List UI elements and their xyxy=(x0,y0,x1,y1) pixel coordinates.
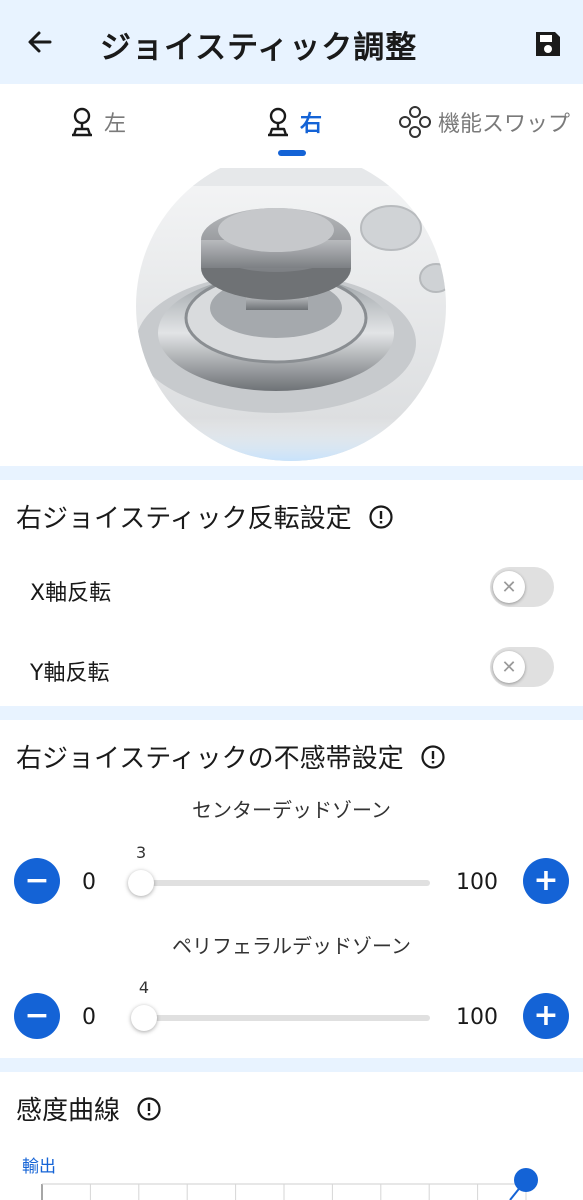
tab-left[interactable]: 左 xyxy=(66,102,126,142)
joystick-icon xyxy=(72,107,92,137)
slider-min: 0 xyxy=(82,870,96,895)
arrow-left-icon xyxy=(28,31,52,53)
tab-label: 左 xyxy=(104,112,127,137)
app-header: ジョイスティック調整 xyxy=(0,0,583,84)
save-icon xyxy=(536,32,560,56)
info-icon[interactable] xyxy=(420,744,446,770)
minus-icon: − xyxy=(24,863,50,898)
curve-section-title: 感度曲線 xyxy=(16,1090,162,1127)
center-deadzone-increase-button[interactable]: + xyxy=(523,858,569,904)
peripheral-deadzone-decrease-button[interactable]: − xyxy=(14,993,60,1039)
page-title: ジョイスティック調整 xyxy=(100,30,418,66)
slider-max: 100 xyxy=(456,870,498,895)
plus-icon: + xyxy=(533,998,559,1033)
slider-max: 100 xyxy=(456,1005,498,1030)
minus-icon: − xyxy=(24,998,50,1033)
section-title-text: 右ジョイスティックの不感帯設定 xyxy=(16,744,404,774)
tab-right[interactable]: 右 xyxy=(262,102,322,142)
tab-label: 右 xyxy=(300,112,323,137)
center-deadzone-decrease-button[interactable]: − xyxy=(14,858,60,904)
slider-min: 0 xyxy=(82,1005,96,1030)
deadzone-section-title: 右ジョイスティックの不感帯設定 xyxy=(16,738,446,775)
plus-icon: + xyxy=(533,863,559,898)
section-divider xyxy=(0,1058,583,1072)
slider-value: 4 xyxy=(138,978,150,997)
save-button[interactable] xyxy=(532,28,564,60)
peripheral-deadzone-slider-track[interactable] xyxy=(132,1015,430,1021)
info-icon[interactable] xyxy=(136,1096,162,1122)
curve-grid xyxy=(89,1184,527,1200)
joystick-illustration xyxy=(136,168,446,461)
x-invert-toggle[interactable]: ✕ xyxy=(490,567,554,607)
tab-label: 機能スワップ xyxy=(438,112,571,137)
tab-bar: 左 右 機能スワップ xyxy=(0,84,583,168)
x-invert-label: X軸反転 xyxy=(30,581,112,606)
y-invert-toggle[interactable]: ✕ xyxy=(490,647,554,687)
center-deadzone-slider-thumb[interactable] xyxy=(127,870,154,896)
info-icon[interactable] xyxy=(368,504,394,530)
toggle-knob: ✕ xyxy=(493,651,525,683)
toggle-knob: ✕ xyxy=(493,571,525,603)
back-button[interactable] xyxy=(22,24,58,60)
y-invert-label: Y軸反転 xyxy=(30,661,110,686)
invert-section-title: 右ジョイスティック反転設定 xyxy=(16,498,394,535)
section-divider xyxy=(0,706,583,720)
peripheral-deadzone-increase-button[interactable]: + xyxy=(523,993,569,1039)
sensitivity-curve-chart[interactable] xyxy=(0,1160,583,1200)
curve-control-point[interactable] xyxy=(514,1168,538,1192)
peripheral-deadzone-title: ペリフェラルデッドゾーン xyxy=(172,934,411,958)
section-divider xyxy=(0,466,583,480)
slider-value: 3 xyxy=(135,843,147,862)
close-icon: ✕ xyxy=(501,656,517,678)
tab-indicator xyxy=(278,150,306,156)
section-title-text: 感度曲線 xyxy=(16,1096,121,1126)
center-deadzone-slider-track[interactable] xyxy=(132,880,430,886)
dpad-icon xyxy=(399,106,431,138)
peripheral-deadzone-slider-thumb[interactable] xyxy=(130,1005,157,1031)
tab-function-swap[interactable]: 機能スワップ xyxy=(398,102,570,142)
center-deadzone-title: センターデッドゾーン xyxy=(192,798,391,822)
close-icon: ✕ xyxy=(501,576,517,598)
section-title-text: 右ジョイスティック反転設定 xyxy=(16,504,352,534)
joystick-icon xyxy=(268,107,288,137)
